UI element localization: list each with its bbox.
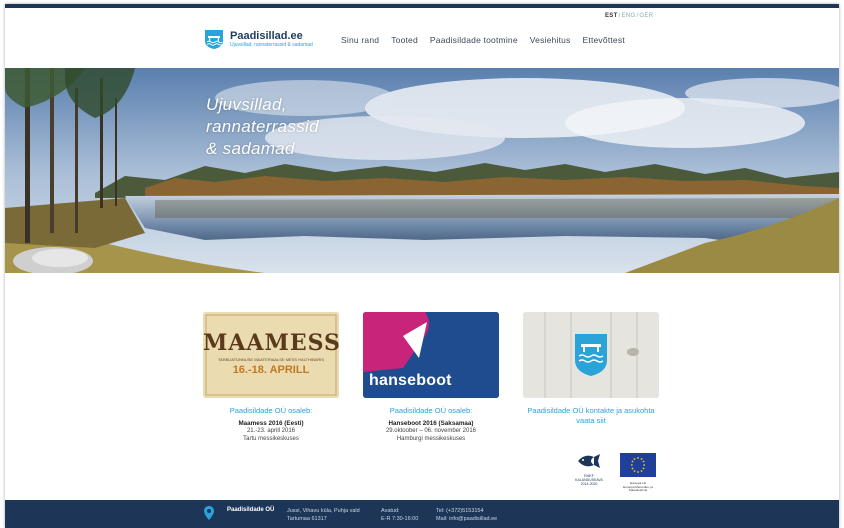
card-heading[interactable]: Paadisildade OÜ osaleb:: [363, 406, 499, 416]
nav-item-tooted[interactable]: Tooted: [391, 35, 418, 45]
card-detail: Tartu messikeskuses: [243, 435, 299, 442]
contact-banner-image[interactable]: [523, 312, 659, 398]
footer-address: Jussi, Vihavu küla, Puhja vald Tartumaa …: [287, 507, 360, 523]
nav-item-vesiehitus[interactable]: Vesiehitus: [530, 35, 571, 45]
eu-text: Euroopa Merendus- ja Kalandusfond: [623, 484, 653, 492]
card-detail: Hamburgi messikeskuses: [396, 435, 466, 442]
fish-logo-icon: [578, 454, 600, 468]
maamess-subtitle: TARBIJATUNNUSE MAATERIAALSE MESS HALTHIB…: [217, 357, 325, 362]
eu-badge: Euroopa Liit Euroopa Merendus- ja Kaland…: [619, 453, 657, 493]
lang-est[interactable]: EST: [605, 13, 618, 19]
eu-flag-icon: [620, 453, 656, 477]
nav-item-ettevottest[interactable]: Ettevõttest: [583, 35, 625, 45]
hero-banner: Ujuvsillad, rannaterrassid & sadamad: [5, 68, 839, 273]
footer-address-line: Tartumaa 61317: [287, 516, 327, 522]
location-pin-icon: [204, 506, 214, 520]
card-hanseboot[interactable]: hanseboot Paadisildade OÜ osaleb: Hanseb…: [363, 312, 499, 443]
lake-landscape-image: [5, 68, 839, 273]
card-event-name: Hanseboot 2016 (Saksamaa): [388, 420, 474, 427]
nav-item-tootmine[interactable]: Paadisildade tootmine: [430, 35, 518, 45]
card-detail: 29.oktoober – 06. november 2016: [385, 428, 477, 434]
site-footer: Paadisildade OÜ Jussi, Vihavu küla, Puhj…: [5, 500, 839, 528]
eafp-text: 2014-2020: [580, 482, 598, 486]
card-event-name: Maamess 2016 (Eesti): [238, 420, 304, 427]
footer-company: Paadisildade OÜ: [227, 507, 275, 513]
footer-hours: Avatud: E-R 7:30-16:00: [381, 507, 418, 523]
card-heading[interactable]: Paadisildade OÜ osaleb:: [203, 406, 339, 416]
main-nav: Sinu rand Tooted Paadisildade tootmine V…: [341, 35, 625, 45]
hero-title-line: rannaterrassid: [206, 117, 319, 136]
browser-page: EST/ENG/GER Paadisillad.ee Ujuvsillad, r…: [5, 4, 839, 528]
footer-email[interactable]: Mail: info@paadisillad.ee: [436, 515, 497, 523]
footer-hours-line: Avatud:: [381, 508, 400, 514]
maamess-banner-image[interactable]: MAAMESS TARBIJATUNNUSE MAATERIAALSE MESS…: [203, 312, 339, 398]
eafp-badge: EMKF KALANDUSKAVA 2014-2020: [569, 453, 609, 486]
maamess-title: MAAMESS: [203, 330, 339, 356]
footer-hours-line: E-R 7:30-16:00: [381, 516, 419, 522]
hanseboot-title: hanseboot: [369, 372, 452, 389]
site-logo[interactable]: Paadisillad.ee Ujuvsillad, rannaterrassi…: [203, 28, 313, 50]
news-cards: MAAMESS TARBIJATUNNUSE MAATERIAALSE MESS…: [203, 312, 659, 443]
brand-tagline: Ujuvsillad, rannaterrassid & sadamad: [230, 41, 313, 48]
nav-item-sinu-rand[interactable]: Sinu rand: [341, 35, 379, 45]
card-detail: 21.-23. aprill 2016: [246, 428, 296, 434]
footer-address-line: Jussi, Vihavu küla, Puhja vald: [287, 508, 360, 514]
hero-title-line: & sadamad: [206, 139, 295, 158]
language-switcher: EST/ENG/GER: [605, 13, 654, 19]
shield-logo-icon: [205, 30, 223, 49]
footer-phone[interactable]: Tel: (+372)5153154: [436, 507, 497, 515]
hero-title: Ujuvsillad, rannaterrassid & sadamad: [206, 94, 319, 160]
maamess-dates: 16.-18. APRILL: [232, 364, 310, 376]
card-maamess[interactable]: MAAMESS TARBIJATUNNUSE MAATERIAALSE MESS…: [203, 312, 339, 443]
lang-eng[interactable]: ENG: [622, 13, 636, 19]
top-accent-bar: [5, 4, 839, 8]
hanseboot-banner-image[interactable]: hanseboot: [363, 312, 499, 398]
card-contact[interactable]: Paadisildade OÜ kontakte ja asukohta vaa…: [523, 312, 659, 443]
brand-name: Paadisillad.ee: [230, 29, 303, 42]
hero-title-line: Ujuvsillad,: [206, 95, 287, 114]
funding-badges: EMKF KALANDUSKAVA 2014-2020 Euroopa Liit…: [569, 453, 657, 493]
lang-ger[interactable]: GER: [639, 13, 653, 19]
card-heading[interactable]: Paadisildade OÜ kontakte ja asukohta vaa…: [523, 406, 659, 426]
footer-contact: Tel: (+372)5153154 Mail: info@paadisilla…: [436, 507, 497, 523]
